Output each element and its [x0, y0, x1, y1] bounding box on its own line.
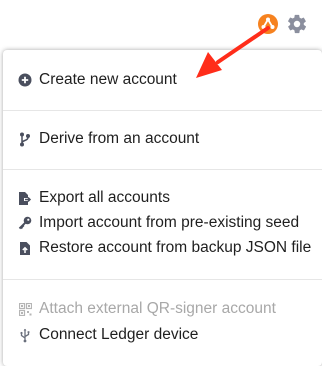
create-account-item[interactable]: Create new account [17, 69, 177, 91]
qrcode-icon [17, 301, 33, 317]
divider [3, 169, 322, 170]
attach-qr-signer-item[interactable]: Attach external QR-signer account [17, 298, 276, 320]
gear-icon[interactable] [286, 13, 308, 35]
import-seed-item[interactable]: Import account from pre-existing seed [17, 212, 299, 234]
restore-json-item[interactable]: Restore account from backup JSON file [17, 237, 311, 259]
file-upload-icon [17, 240, 33, 256]
plus-circle-icon [17, 72, 33, 88]
divider [3, 110, 322, 111]
export-accounts-label: Export all accounts [39, 189, 170, 206]
connect-ledger-label: Connect Ledger device [39, 326, 199, 343]
account-menu: Create new account Derive from an accoun… [3, 50, 322, 366]
key-icon [17, 215, 33, 231]
derive-account-label: Derive from an account [39, 130, 200, 147]
attach-qr-signer-label: Attach external QR-signer account [39, 300, 276, 317]
extension-popup: Create new account Derive from an accoun… [0, 0, 322, 366]
connect-ledger-item[interactable]: Connect Ledger device [17, 324, 198, 346]
branch-icon [17, 131, 33, 147]
import-seed-label: Import account from pre-existing seed [39, 214, 300, 231]
export-file-icon [17, 190, 33, 206]
add-account-icon[interactable] [257, 13, 279, 35]
derive-account-item[interactable]: Derive from an account [17, 128, 199, 150]
create-account-label: Create new account [39, 71, 177, 88]
usb-icon [17, 327, 33, 343]
restore-json-label: Restore account from backup JSON file [39, 239, 312, 256]
divider [3, 279, 322, 280]
header [0, 0, 322, 50]
export-accounts-item[interactable]: Export all accounts [17, 187, 170, 209]
